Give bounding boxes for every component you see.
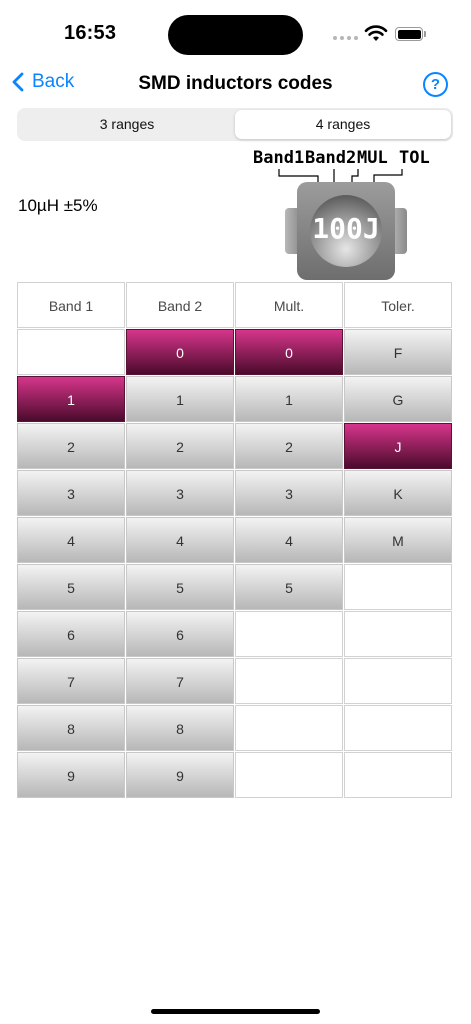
status-time: 16:53: [64, 22, 117, 44]
page-title: SMD inductors codes: [138, 73, 333, 94]
mult-option-1[interactable]: 1: [235, 376, 343, 422]
toler-option-k[interactable]: K: [344, 470, 452, 516]
wifi-icon: [364, 25, 388, 41]
mult-option-5[interactable]: 5: [235, 564, 343, 610]
segment-3-ranges[interactable]: 3 ranges: [19, 110, 235, 139]
band1-option-9[interactable]: 9: [17, 752, 125, 798]
status-bar: 16:53: [0, 0, 471, 60]
band2-option-5[interactable]: 5: [126, 564, 234, 610]
mult-option-3[interactable]: 3: [235, 470, 343, 516]
empty-cell: [235, 752, 343, 798]
band2-option-9[interactable]: 9: [126, 752, 234, 798]
column-header-band2: Band 2: [126, 282, 234, 328]
help-button[interactable]: ?: [423, 72, 448, 97]
column-header-toler: Toler.: [344, 282, 452, 328]
navigation-bar: Back SMD inductors codes ?: [0, 62, 471, 106]
inductor-chip: 100J: [297, 182, 395, 280]
band1-option-3[interactable]: 3: [17, 470, 125, 516]
empty-cell: [344, 752, 452, 798]
cellular-signal-icon: [333, 36, 358, 40]
home-indicator: [151, 1009, 320, 1014]
band1-option-7[interactable]: 7: [17, 658, 125, 704]
band2-option-3[interactable]: 3: [126, 470, 234, 516]
empty-cell: [344, 611, 452, 657]
empty-cell: [235, 705, 343, 751]
range-segmented-control: 3 ranges 4 ranges: [17, 108, 453, 141]
column-header-mult: Mult.: [235, 282, 343, 328]
battery-icon: [395, 27, 423, 41]
mult-option-0[interactable]: 0: [235, 329, 343, 375]
toler-option-m[interactable]: M: [344, 517, 452, 563]
band2-option-0[interactable]: 0: [126, 329, 234, 375]
band1-option-4[interactable]: 4: [17, 517, 125, 563]
code-table: Band 1 Band 2 Mult. Toler. 1234567890123…: [17, 282, 454, 800]
empty-cell: [344, 658, 452, 704]
band1-option-2[interactable]: 2: [17, 423, 125, 469]
band2-option-1[interactable]: 1: [126, 376, 234, 422]
empty-cell: [235, 611, 343, 657]
inductor-code: 100J: [312, 212, 380, 245]
band1-option-8[interactable]: 8: [17, 705, 125, 751]
toler-option-f[interactable]: F: [344, 329, 452, 375]
toler-option-j[interactable]: J: [344, 423, 452, 469]
band1-option-1[interactable]: 1: [17, 376, 125, 422]
band2-option-2[interactable]: 2: [126, 423, 234, 469]
band2-option-6[interactable]: 6: [126, 611, 234, 657]
toler-option-g[interactable]: G: [344, 376, 452, 422]
empty-cell: [235, 658, 343, 704]
band2-option-7[interactable]: 7: [126, 658, 234, 704]
band1-option-5[interactable]: 5: [17, 564, 125, 610]
inductor-diagram: Band1 Band2 MUL TOL 100J: [250, 148, 450, 288]
mult-option-4[interactable]: 4: [235, 517, 343, 563]
empty-cell: [344, 705, 452, 751]
inductance-value: 10µH ±5%: [18, 196, 98, 215]
band2-option-4[interactable]: 4: [126, 517, 234, 563]
empty-cell: [344, 564, 452, 610]
band2-option-8[interactable]: 8: [126, 705, 234, 751]
dynamic-island: [168, 15, 303, 55]
segment-4-ranges[interactable]: 4 ranges: [235, 110, 451, 139]
mult-option-2[interactable]: 2: [235, 423, 343, 469]
column-header-band1: Band 1: [17, 282, 125, 328]
battery-tip: [424, 31, 426, 37]
band1-option-6[interactable]: 6: [17, 611, 125, 657]
empty-cell: [17, 329, 125, 375]
